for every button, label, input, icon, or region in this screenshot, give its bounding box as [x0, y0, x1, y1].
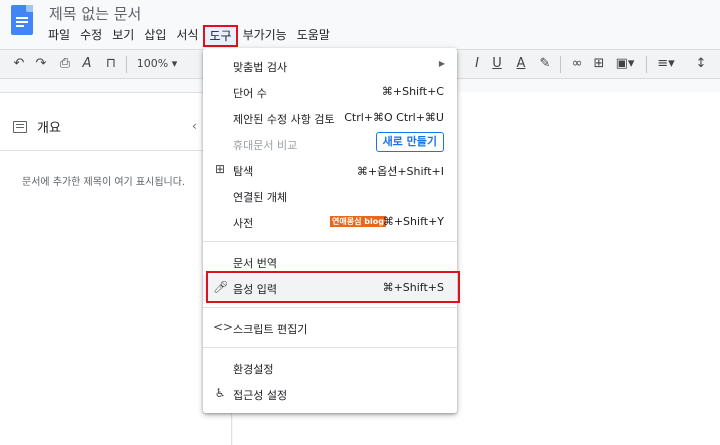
- chevron-left-icon[interactable]: ‹: [192, 119, 197, 133]
- toolbar-divider: [646, 56, 647, 73]
- comment-icon[interactable]: ⊞: [588, 50, 610, 78]
- outline-divider: [0, 150, 232, 151]
- word-count-shortcut: ⌘+Shift+C: [381, 85, 444, 98]
- outline-list-icon: [13, 120, 27, 133]
- script-editor-label: 스크립트 편집기: [233, 323, 308, 336]
- menu-item-translate[interactable]: 문서 번역: [203, 249, 457, 275]
- review-edits-label: 제안된 수정 사항 검토: [233, 113, 335, 126]
- accessibility-label: 접근성 설정: [233, 389, 288, 402]
- dictionary-label: 사전: [233, 217, 254, 230]
- menu-item-explore[interactable]: ⊞ 탐색 ⌘+옵션+Shift+I: [203, 157, 457, 183]
- redo-icon[interactable]: ↷: [30, 50, 52, 78]
- menu-item-linked-objects[interactable]: 연결된 개체: [203, 183, 457, 209]
- docs-logo-icon[interactable]: [11, 5, 33, 35]
- outline-header: 개요: [13, 117, 61, 136]
- menu-item-review-edits[interactable]: 제안된 수정 사항 검토 Ctrl+⌘O Ctrl+⌘U: [203, 105, 457, 131]
- menu-separator: [203, 241, 457, 242]
- align-icon[interactable]: ≡▾: [652, 50, 680, 78]
- document-outline-panel: 개요 ‹ 문서에 추가한 제목이 여기 표시됩니다.: [0, 92, 232, 445]
- submenu-arrow-icon: ▶: [438, 59, 445, 68]
- menu-view[interactable]: 보기: [107, 25, 139, 47]
- accessibility-icon: ♿︎: [214, 386, 226, 400]
- menu-item-spellcheck[interactable]: 맞춤법 검사 ▶: [203, 53, 457, 79]
- underline-icon[interactable]: U: [486, 50, 508, 78]
- text-color-icon[interactable]: A: [510, 50, 532, 78]
- menu-edit[interactable]: 수정: [75, 25, 107, 47]
- toolbar-divider: [560, 56, 561, 73]
- print-icon[interactable]: ⎙: [54, 50, 76, 78]
- menu-separator: [203, 347, 457, 348]
- menu-item-dictionary[interactable]: 사전 연애몽심 blog ⌘+Shift+Y: [203, 209, 457, 235]
- menu-separator: [203, 307, 457, 308]
- voice-typing-shortcut: ⌘+Shift+S: [382, 281, 444, 294]
- dictionary-shortcut: ⌘+Shift+Y: [382, 215, 444, 228]
- menu-item-preferences[interactable]: 환경설정: [203, 355, 457, 381]
- google-docs-window: 제목 없는 문서 파일 수정 보기 삽입 서식 도구 부가기능 도움말 ↶ ↷ …: [0, 0, 720, 445]
- italic-icon[interactable]: I: [466, 50, 488, 78]
- voice-typing-label: 음성 입력: [233, 283, 277, 296]
- paint-format-icon[interactable]: ⊓: [100, 50, 122, 78]
- blog-watermark: 연애몽심 blog: [330, 216, 386, 227]
- menu-item-voice-typing[interactable]: 🎤︎ 음성 입력 ⌘+Shift+S: [203, 275, 457, 301]
- zoom-select[interactable]: 100% ▾: [132, 50, 182, 78]
- menu-insert[interactable]: 삽입: [139, 25, 171, 47]
- menu-item-word-count[interactable]: 단어 수 ⌘+Shift+C: [203, 79, 457, 105]
- menu-item-script-editor[interactable]: <> 스크립트 편집기: [203, 315, 457, 341]
- microphone-icon: 🎤︎: [213, 280, 229, 294]
- outline-hint: 문서에 추가한 제목이 여기 표시됩니다.: [22, 177, 186, 188]
- document-title[interactable]: 제목 없는 문서: [49, 3, 141, 24]
- spellcheck-label: 맞춤법 검사: [233, 61, 288, 74]
- menu-help[interactable]: 도움말: [292, 25, 335, 47]
- line-spacing-icon[interactable]: ↕: [690, 50, 712, 78]
- code-icon: <>: [213, 320, 234, 334]
- outline-title: 개요: [37, 121, 61, 136]
- menu-format[interactable]: 서식: [171, 25, 203, 47]
- explore-label: 탐색: [233, 165, 254, 178]
- menu-bar: 파일 수정 보기 삽입 서식 도구 부가기능 도움말: [43, 25, 335, 47]
- new-badge-button[interactable]: 새로 만들기: [375, 132, 444, 152]
- menu-tools[interactable]: 도구: [203, 25, 238, 47]
- compare-label: 휴대문서 비교: [233, 139, 298, 152]
- menu-item-compare: 휴대문서 비교 새로 만들기: [203, 131, 457, 157]
- menu-addons[interactable]: 부가기능: [238, 25, 292, 47]
- highlight-icon[interactable]: ✎: [534, 50, 556, 78]
- linked-objects-label: 연결된 개체: [233, 191, 288, 204]
- explore-shortcut: ⌘+옵션+Shift+I: [356, 165, 444, 178]
- spellcheck-icon[interactable]: A: [76, 50, 98, 78]
- toolbar-divider: [126, 56, 127, 73]
- menu-item-accessibility[interactable]: ♿︎ 접근성 설정: [203, 381, 457, 407]
- link-icon[interactable]: ∞: [566, 50, 588, 78]
- menu-file[interactable]: 파일: [43, 25, 75, 47]
- zoom-value: 100%: [136, 57, 169, 70]
- preferences-label: 환경설정: [233, 363, 274, 376]
- image-icon[interactable]: ▣▾: [610, 50, 640, 78]
- explore-icon: ⊞: [214, 162, 226, 176]
- tools-menu: 맞춤법 검사 ▶ 단어 수 ⌘+Shift+C 제안된 수정 사항 검토 Ctr…: [203, 48, 457, 413]
- review-edits-shortcut: Ctrl+⌘O Ctrl+⌘U: [344, 111, 444, 124]
- undo-icon[interactable]: ↶: [8, 50, 30, 78]
- translate-label: 문서 번역: [233, 257, 277, 270]
- word-count-label: 단어 수: [233, 87, 267, 100]
